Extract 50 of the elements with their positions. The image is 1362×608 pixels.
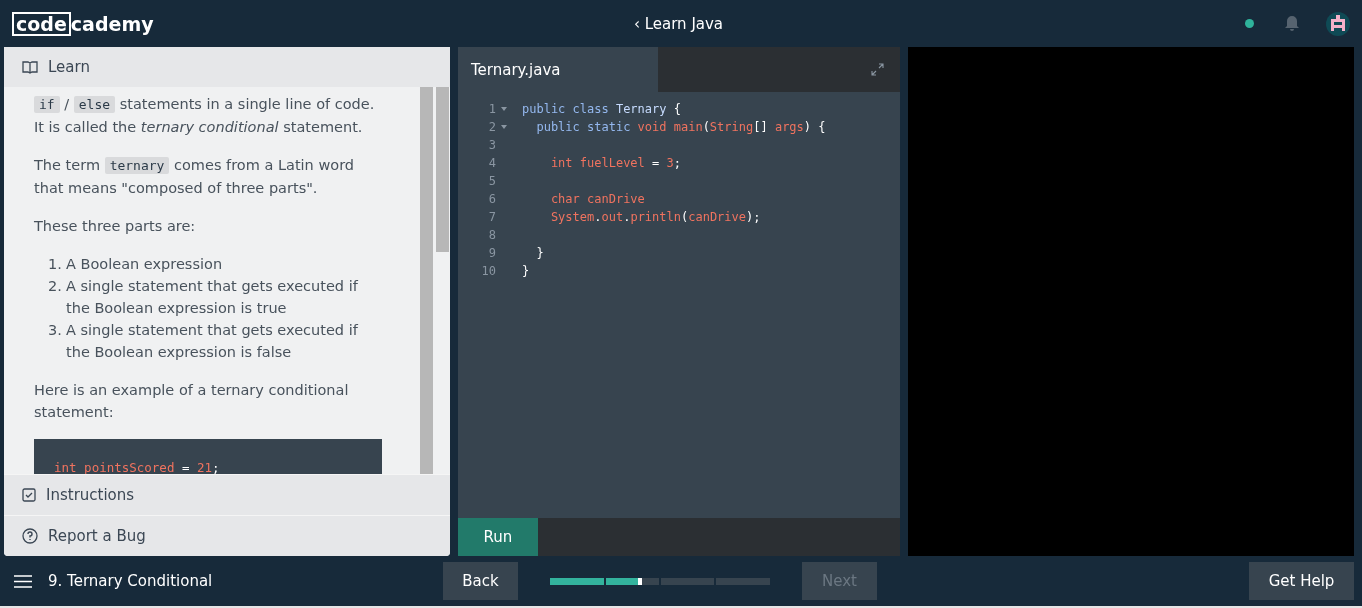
inline-code: if — [34, 96, 60, 113]
avatar-icon[interactable] — [1326, 11, 1350, 36]
bell-icon[interactable] — [1284, 15, 1300, 32]
line-number: 3 — [487, 137, 497, 154]
lesson-paragraph: if / else statements in a single line of code. It is called the ternary conditional statement. — [34, 95, 376, 137]
line-number: 1 — [487, 101, 497, 118]
menu-icon[interactable] — [14, 574, 32, 588]
line-number: 4 — [487, 155, 497, 172]
lesson-paragraph: These three parts are: — [34, 217, 197, 236]
code-line: int fuelLevel = 3; — [549, 155, 681, 172]
code-example: int pointsScored = 21; — [34, 439, 382, 474]
inline-code: else — [73, 96, 116, 113]
instructions-item[interactable]: Instructions — [4, 474, 450, 515]
book-icon — [22, 60, 38, 74]
line-number: 7 — [487, 209, 497, 226]
line-number: 9 — [487, 245, 497, 262]
report-bug-item[interactable]: Report a Bug — [4, 515, 450, 556]
list-number: 1. — [48, 255, 63, 274]
list-item-text: A single statement that gets executed if the Boolean expression is false — [66, 321, 359, 362]
code-line: char canDrive — [549, 191, 645, 208]
line-number: 8 — [487, 227, 497, 244]
code-line: public class Ternary { — [522, 101, 681, 118]
list-item-text: A Boolean expression — [66, 255, 223, 274]
codecademy-logo[interactable]: code cademy — [12, 11, 442, 36]
help-icon — [22, 528, 38, 544]
get-help-button[interactable]: Get Help — [1249, 562, 1354, 600]
list-item-text: A single statement that gets executed if the Boolean expression is true — [66, 277, 359, 318]
expand-icon[interactable] — [871, 63, 884, 76]
line-number: 5 — [487, 173, 497, 190]
run-button[interactable]: Run — [458, 518, 538, 556]
lesson-paragraph: Here is an example of a ternary conditional statement: — [34, 381, 350, 422]
lesson-paragraph: The term ternary comes from a Latin word that means "composed of three parts". — [34, 156, 356, 198]
lesson-title: 9. Ternary Conditional — [48, 572, 214, 590]
learn-header[interactable]: Learn — [4, 47, 450, 87]
list-number: 3. — [48, 321, 63, 340]
line-number: 6 — [487, 191, 497, 208]
line-number: 2 — [487, 119, 497, 136]
code-line: public static void main(String[] args) { — [535, 119, 826, 136]
code-line: System.out.println(canDrive); — [549, 209, 761, 226]
back-button[interactable]: Back — [443, 562, 518, 600]
file-tab[interactable]: Ternary.java — [458, 47, 658, 92]
code-line: } — [535, 245, 544, 262]
line-number: 10 — [480, 263, 497, 280]
course-link[interactable]: ‹ Learn Java — [442, 14, 1245, 33]
list-number: 2. — [48, 277, 63, 296]
checkbox-icon — [22, 488, 36, 502]
code-line: } — [522, 263, 530, 280]
inline-code: ternary — [104, 157, 170, 174]
learn-title: Learn — [48, 58, 90, 76]
status-dot — [1245, 19, 1254, 28]
